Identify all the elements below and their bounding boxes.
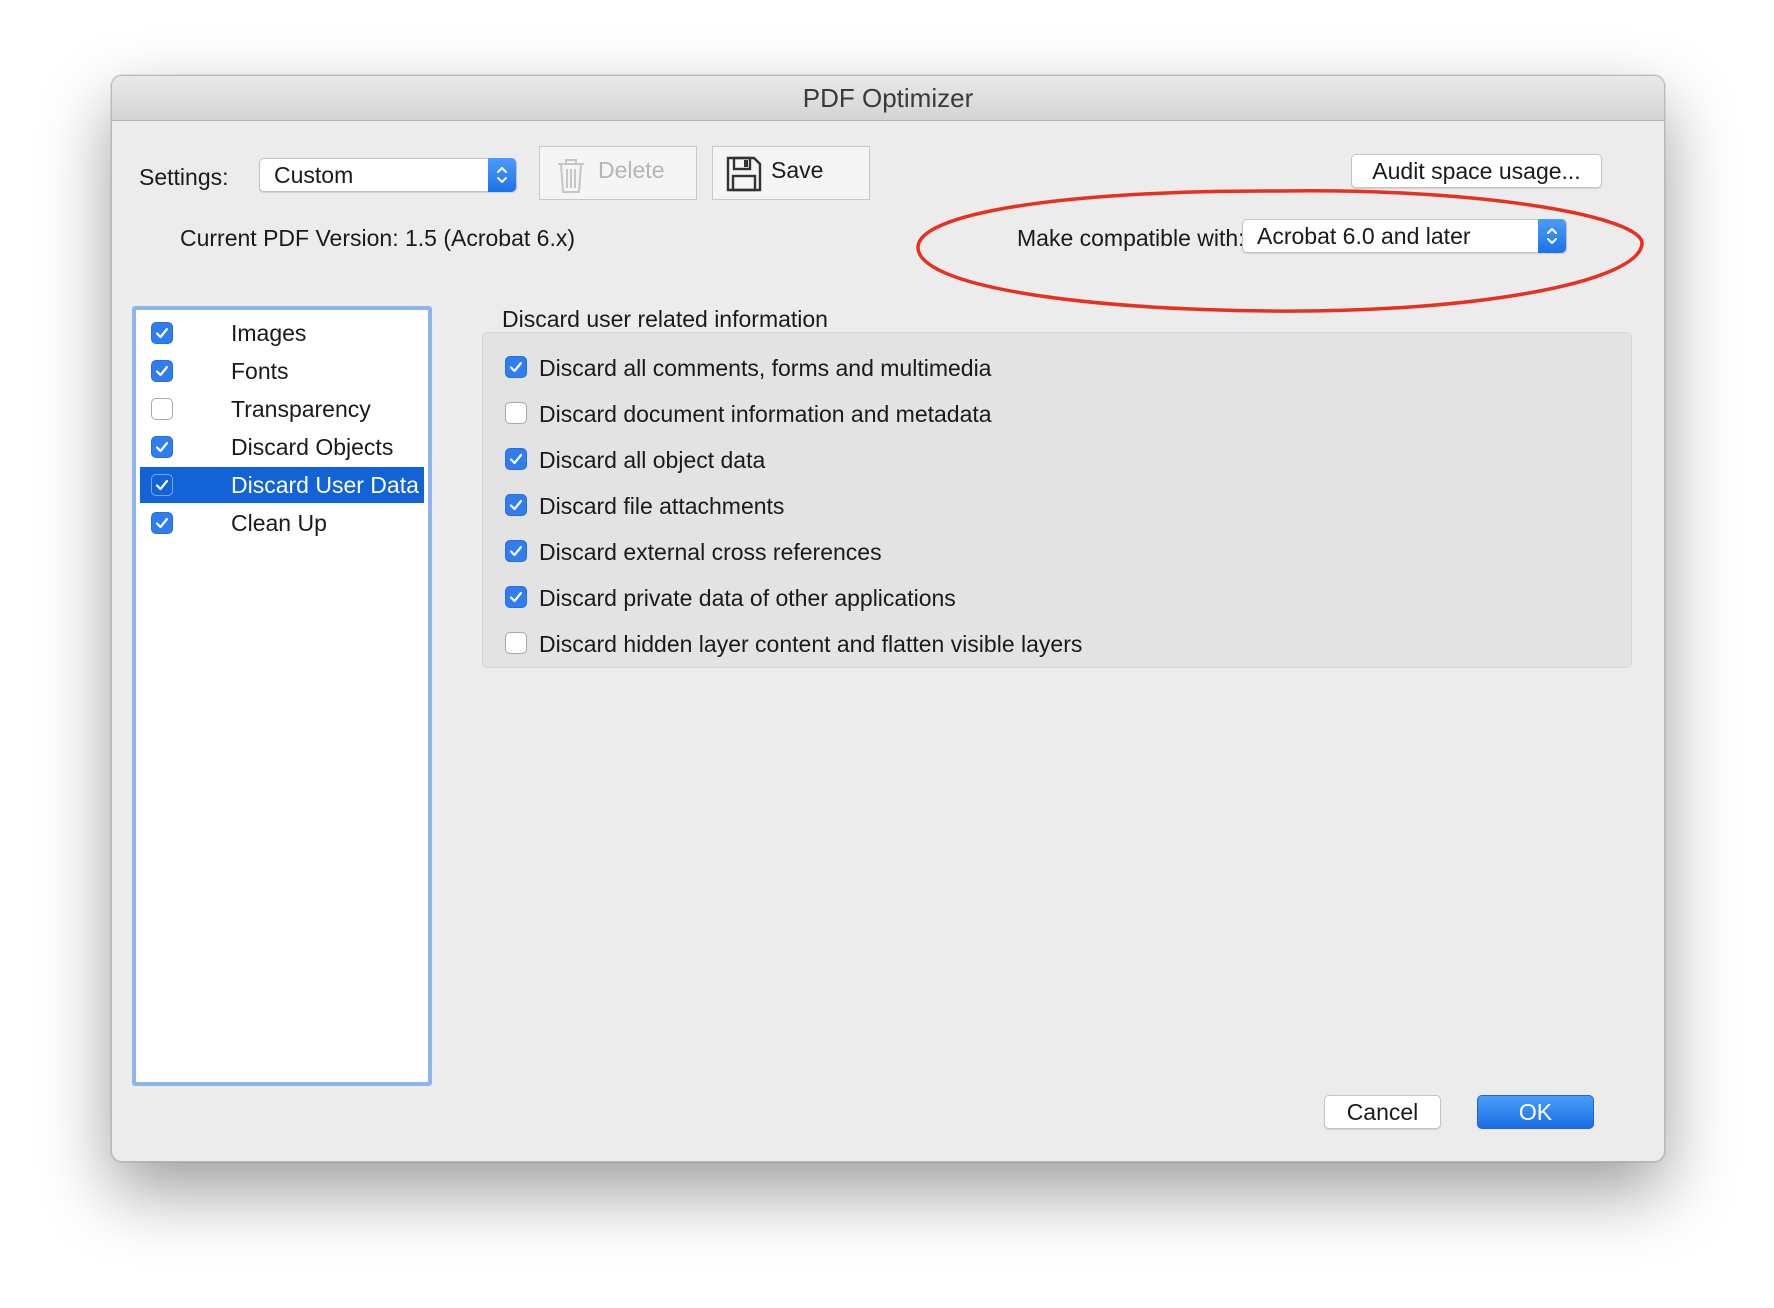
discard-object-data-checkbox[interactable]	[505, 448, 527, 470]
discard-hidden-layer-content-checkbox[interactable]	[505, 632, 527, 654]
option-label: Discard all comments, forms and multimed…	[539, 355, 992, 381]
save-button[interactable]: Save	[712, 146, 870, 200]
floppy-disk-icon	[725, 155, 763, 199]
clean-up-checkbox[interactable]	[151, 512, 173, 534]
category-list: Images Fonts Transparency Discard Object…	[132, 306, 432, 1086]
option-label: Discard document information and metadat…	[539, 401, 992, 427]
popup-arrows-icon	[488, 158, 516, 192]
discard-document-info-checkbox[interactable]	[505, 402, 527, 424]
option-label: Discard hidden layer content and flatten…	[539, 631, 1083, 657]
panel-title: Discard user related information	[502, 306, 828, 332]
sidebar-item-label: Discard User Data	[231, 472, 419, 498]
option-label: Discard file attachments	[539, 493, 785, 519]
discard-external-cross-references-checkbox[interactable]	[505, 540, 527, 562]
make-compatible-value: Acrobat 6.0 and later	[1257, 223, 1471, 249]
pdf-optimizer-dialog: PDF Optimizer Settings: Custom Delete Sa…	[111, 75, 1665, 1162]
window-title: PDF Optimizer	[112, 76, 1664, 121]
discard-objects-checkbox[interactable]	[151, 436, 173, 458]
settings-popup[interactable]: Custom	[259, 158, 517, 192]
audit-space-usage-button[interactable]: Audit space usage...	[1351, 154, 1602, 188]
images-checkbox[interactable]	[151, 322, 173, 344]
popup-arrows-icon	[1538, 219, 1566, 253]
sidebar-item-fonts[interactable]: Fonts	[140, 353, 424, 389]
sidebar-item-discard-user-data[interactable]: Discard User Data	[140, 467, 424, 503]
current-pdf-version: Current PDF Version: 1.5 (Acrobat 6.x)	[180, 225, 575, 251]
sidebar-item-label: Clean Up	[231, 510, 327, 536]
trash-icon	[552, 155, 590, 201]
transparency-checkbox[interactable]	[151, 398, 173, 420]
settings-label: Settings:	[139, 164, 229, 190]
discard-comments-checkbox[interactable]	[505, 356, 527, 378]
fonts-checkbox[interactable]	[151, 360, 173, 382]
sidebar-item-images[interactable]: Images	[140, 315, 424, 351]
option-label: Discard private data of other applicatio…	[539, 585, 956, 611]
discard-file-attachments-checkbox[interactable]	[505, 494, 527, 516]
sidebar-item-label: Images	[231, 320, 307, 346]
ok-button[interactable]: OK	[1477, 1095, 1594, 1129]
discard-private-data-checkbox[interactable]	[505, 586, 527, 608]
delete-label: Delete	[598, 157, 665, 183]
sidebar-item-discard-objects[interactable]: Discard Objects	[140, 429, 424, 465]
make-compatible-popup[interactable]: Acrobat 6.0 and later	[1242, 219, 1567, 253]
sidebar-item-label: Transparency	[231, 396, 371, 422]
delete-button[interactable]: Delete	[539, 146, 697, 200]
save-label: Save	[771, 157, 824, 183]
option-label: Discard external cross references	[539, 539, 882, 565]
settings-value: Custom	[274, 162, 354, 188]
discard-user-data-options: Discard all comments, forms and multimed…	[482, 332, 1632, 668]
sidebar-item-transparency[interactable]: Transparency	[140, 391, 424, 427]
sidebar-item-label: Discard Objects	[231, 434, 394, 460]
cancel-button[interactable]: Cancel	[1324, 1095, 1441, 1129]
option-label: Discard all object data	[539, 447, 766, 473]
make-compatible-label: Make compatible with:	[1017, 225, 1245, 251]
sidebar-item-label: Fonts	[231, 358, 289, 384]
sidebar-item-clean-up[interactable]: Clean Up	[140, 505, 424, 541]
discard-user-data-checkbox[interactable]	[151, 474, 173, 496]
